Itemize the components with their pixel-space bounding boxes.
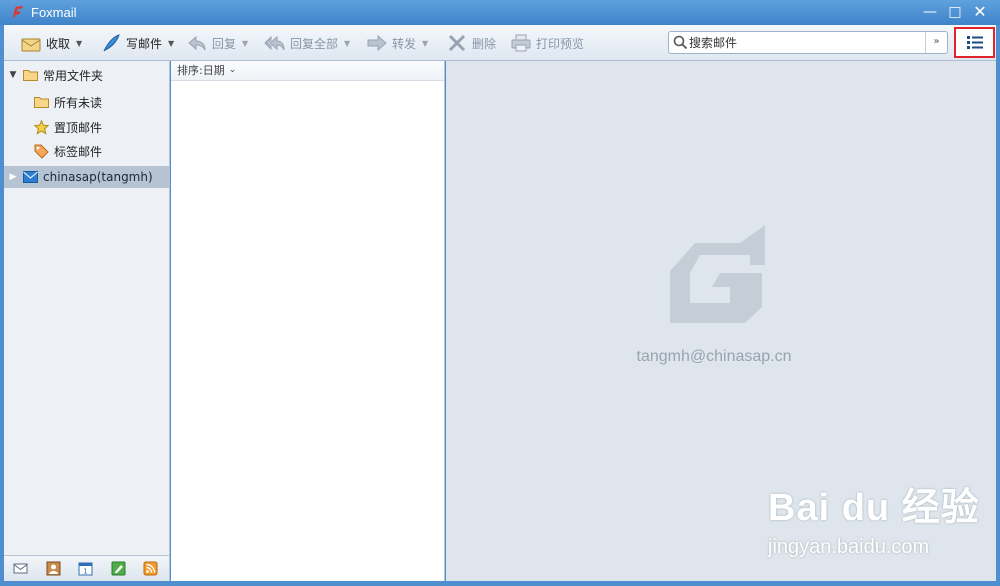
reply-all-label: 回复全部 [290, 36, 339, 51]
close-button[interactable]: ✕ [970, 3, 990, 21]
chevron-down-icon[interactable]: ▼ [168, 39, 174, 48]
receive-label: 收取 [46, 36, 71, 51]
expand-arrow-icon[interactable]: ▼ [8, 70, 18, 80]
toolbar: 收取 ▼ 写邮件 ▼ 回复 ▼ 回复全部 ▼ 转发 ▼ 删除 打印预览 搜索邮件… [4, 25, 996, 61]
chevron-down-icon[interactable]: ▼ [422, 39, 428, 48]
folder-sidebar: ▼ 常用文件夹 所有未读 置顶邮件 标签邮件 ▶ chinasap(tangmh… [4, 61, 170, 581]
collapse-arrow-icon[interactable]: ▶ [8, 172, 18, 182]
print-preview-label: 打印预览 [536, 36, 585, 51]
forward-arrow-icon [367, 34, 387, 52]
print-preview-button[interactable]: 打印预览 [510, 31, 584, 55]
sidebar-footer: 1 [4, 555, 169, 581]
common-folders-group[interactable]: ▼ 常用文件夹 [8, 64, 103, 86]
sidebar-item-unread[interactable]: 所有未读 [34, 91, 102, 113]
compose-label: 写邮件 [126, 36, 163, 51]
main-menu-button[interactable] [954, 27, 995, 58]
forward-label: 转发 [392, 36, 417, 51]
delete-button[interactable]: 删除 [446, 31, 496, 55]
reply-button[interactable]: 回复 ▼ [186, 31, 248, 55]
reply-all-button[interactable]: 回复全部 ▼ [264, 31, 350, 55]
title-bar: Foxmail — □ ✕ [0, 0, 1000, 25]
reply-arrow-icon [188, 35, 206, 51]
feather-pen-icon [103, 34, 120, 52]
foxmail-logo-icon [12, 5, 24, 18]
reply-all-arrow-icon [264, 35, 285, 51]
search-input[interactable] [689, 34, 919, 51]
calendar-icon[interactable]: 1 [78, 561, 93, 576]
sort-label: 排序:日期 [177, 64, 225, 77]
account-item[interactable]: ▶ chinasap(tangmh) [8, 166, 153, 188]
folder-icon [34, 97, 49, 108]
star-icon [34, 119, 49, 135]
receive-button[interactable]: 收取 ▼ [20, 31, 82, 55]
sidebar-item-label: 所有未读 [54, 95, 103, 110]
chevron-down-icon: ⌄ [228, 65, 237, 75]
delete-label: 删除 [472, 36, 497, 51]
account-email: tangmh@chinasap.cn [636, 348, 792, 365]
reply-label: 回复 [212, 36, 237, 51]
notes-icon[interactable] [111, 561, 126, 576]
compose-button[interactable]: 写邮件 ▼ [100, 31, 174, 55]
reading-pane: tangmh@chinasap.cn [446, 61, 996, 581]
account-label: chinasap(tangmh) [43, 170, 153, 184]
delete-icon [448, 34, 466, 52]
tag-icon [34, 144, 49, 159]
sort-selector[interactable]: 排序:日期 ⌄ [171, 61, 444, 81]
sidebar-item-tagged[interactable]: 标签邮件 [34, 140, 102, 162]
search-options-chevron-icon[interactable]: » [925, 32, 947, 53]
search-icon [673, 35, 688, 50]
menu-list-icon [966, 36, 983, 49]
search-box: » [668, 31, 948, 54]
chevron-down-icon[interactable]: ▼ [242, 39, 248, 48]
rss-icon[interactable] [143, 561, 158, 576]
sidebar-item-pinned[interactable]: 置顶邮件 [34, 116, 102, 138]
svg-text:1: 1 [83, 568, 87, 576]
contacts-icon[interactable] [46, 561, 61, 576]
chevron-down-icon[interactable]: ▼ [76, 39, 82, 48]
printer-icon [511, 34, 531, 52]
forward-button[interactable]: 转发 ▼ [366, 31, 428, 55]
envelope-icon [21, 38, 41, 52]
mail-icon[interactable] [13, 561, 28, 576]
chevron-down-icon[interactable]: ▼ [344, 39, 350, 48]
maximize-button[interactable]: □ [945, 3, 965, 21]
mailbox-icon [23, 171, 38, 183]
foxmail-watermark-logo [670, 225, 765, 323]
account-row[interactable]: ▶ chinasap(tangmh) [4, 166, 169, 188]
sidebar-item-label: 标签邮件 [54, 144, 103, 159]
minimize-button[interactable]: — [920, 3, 940, 21]
common-folders-label: 常用文件夹 [43, 68, 104, 83]
mail-list-pane: 排序:日期 ⌄ [171, 61, 445, 581]
folder-icon [23, 70, 38, 81]
window-title: Foxmail [31, 5, 77, 20]
sidebar-item-label: 置顶邮件 [54, 120, 103, 135]
